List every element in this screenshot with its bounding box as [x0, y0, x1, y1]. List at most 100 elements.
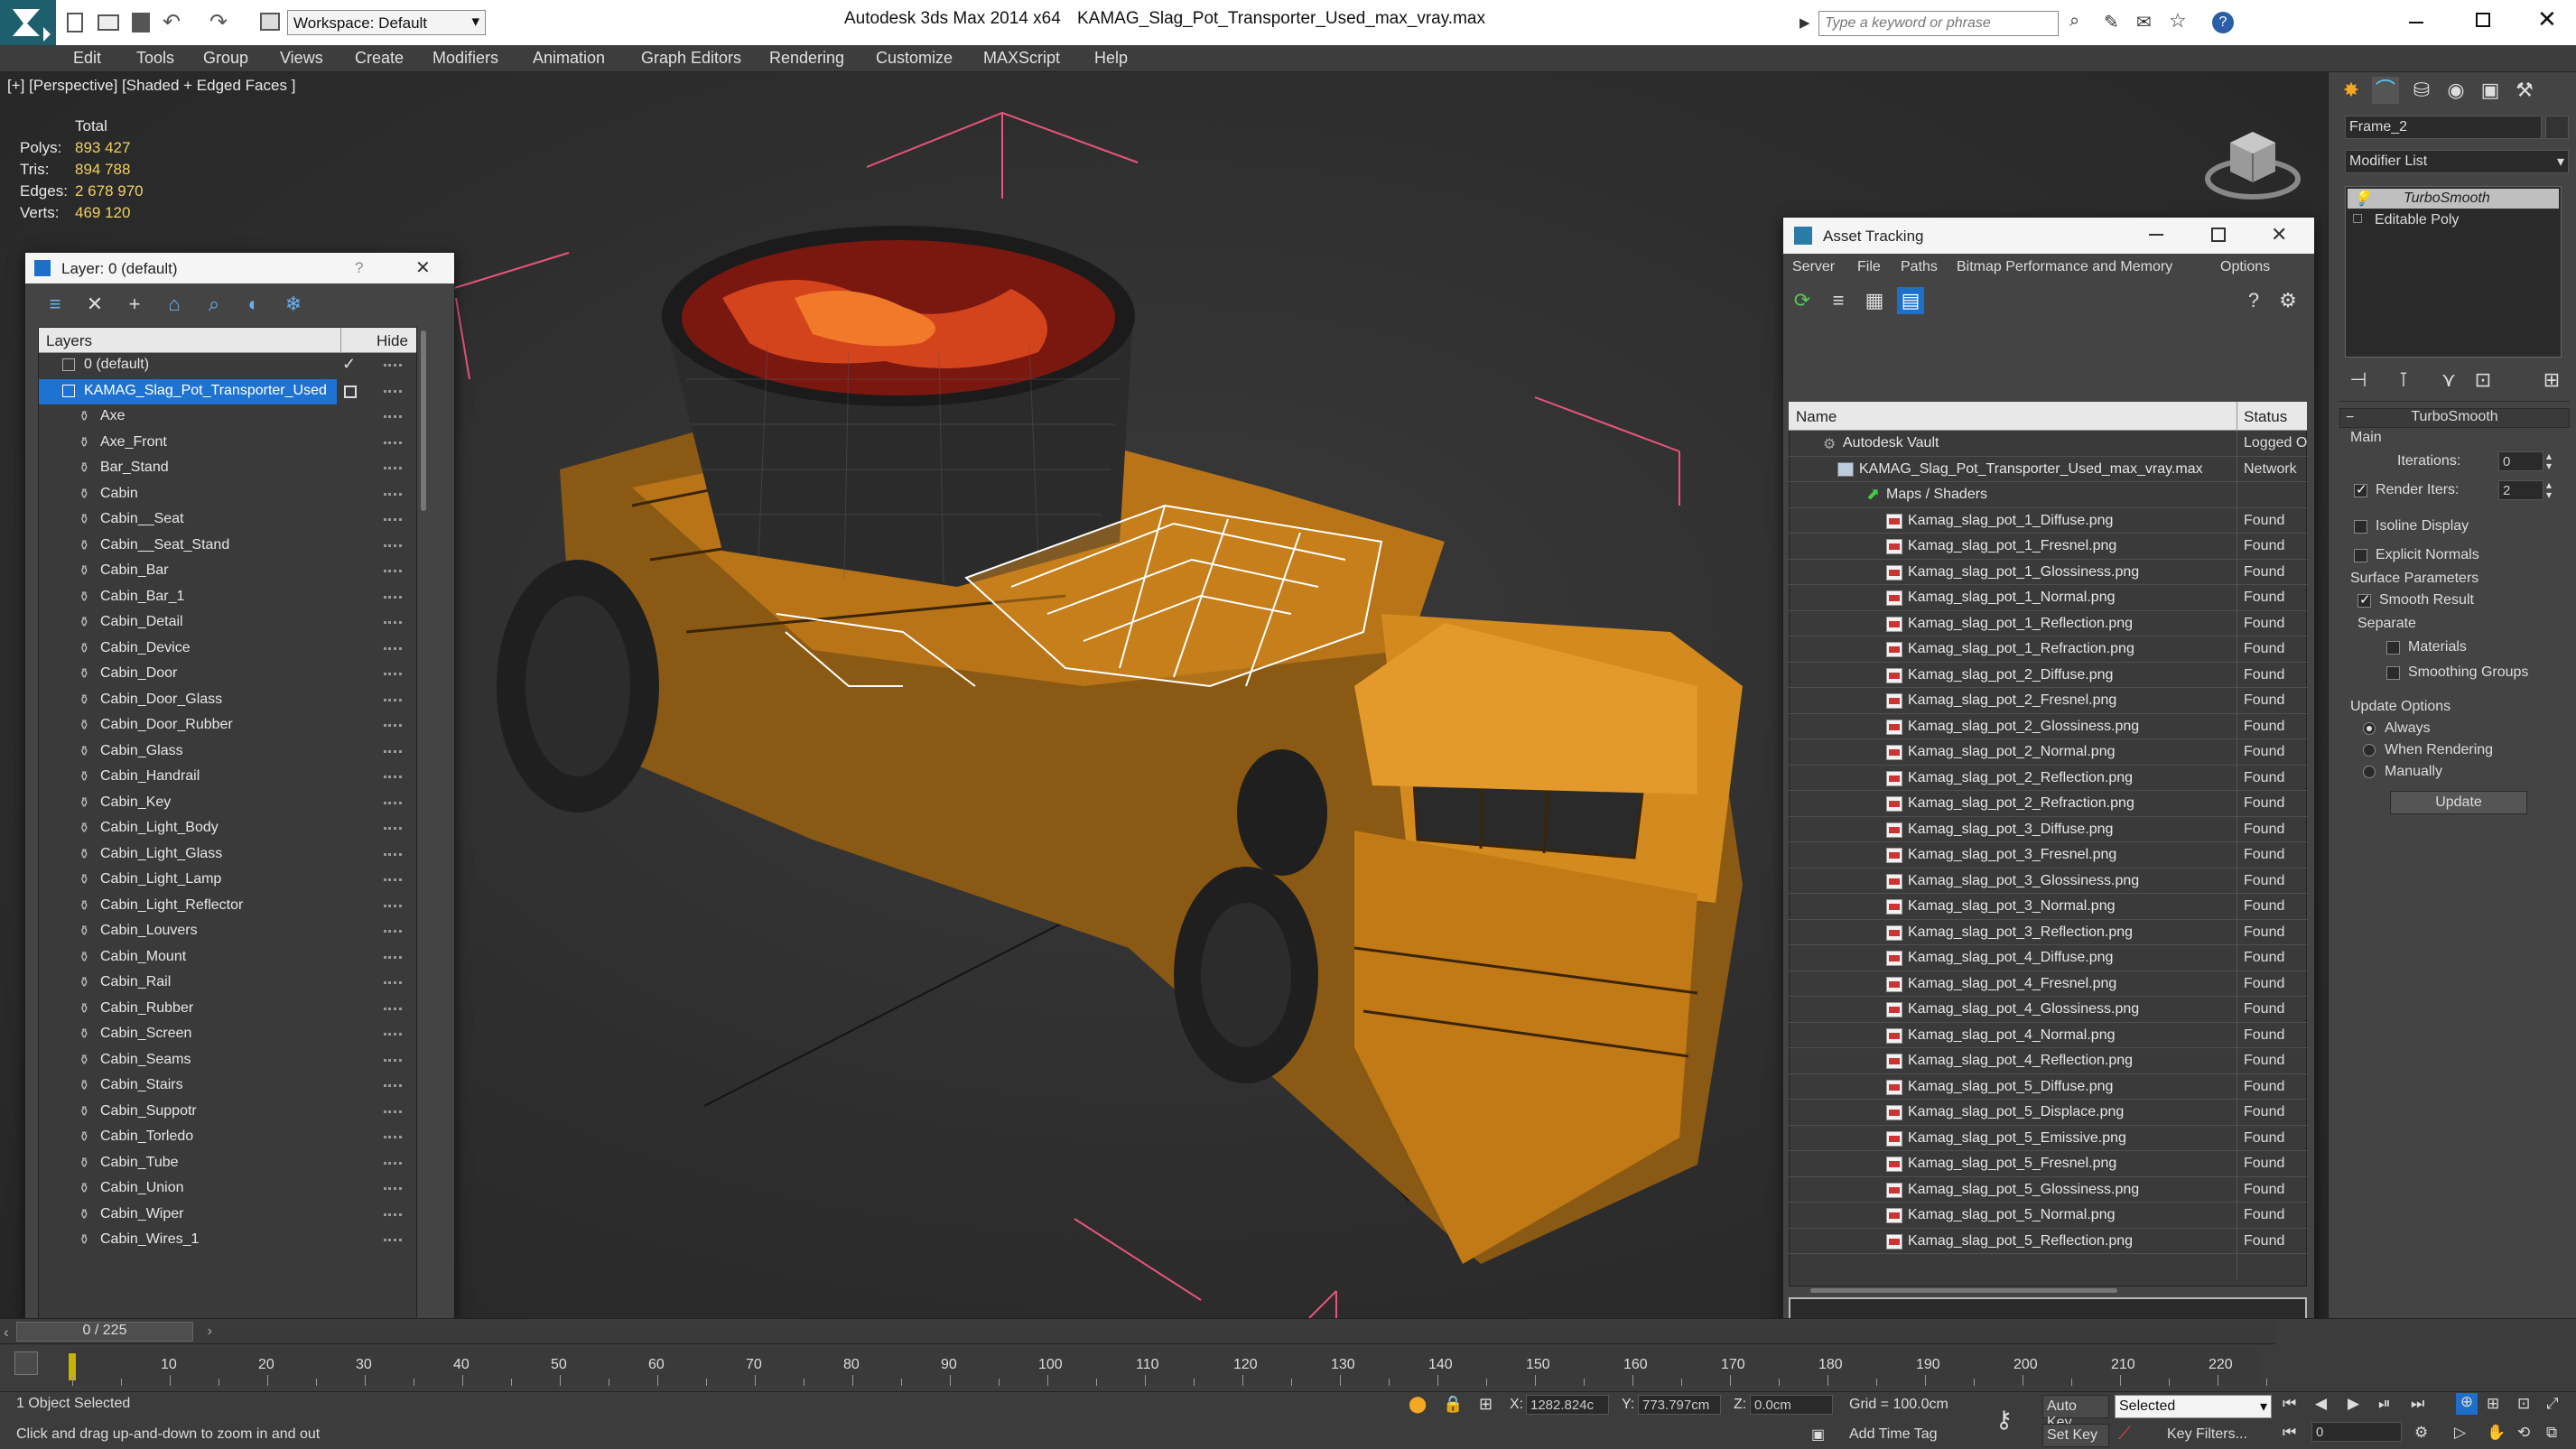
layer-object-row[interactable]: ⚱ Cabin_Detail [39, 610, 416, 636]
add-to-layer-icon[interactable]: + [121, 291, 148, 318]
asset-row-map[interactable]: Kamag_slag_pot_5_Reflection.png Found [1789, 1229, 2307, 1254]
layer-object-row[interactable]: ⚱ Cabin_Bar [39, 559, 416, 585]
menu-modifiers[interactable]: Modifiers [432, 49, 498, 68]
perspective-viewport[interactable]: [+] [Perspective] [Shaded + Edged Faces … [0, 72, 2328, 1318]
asset-path-field[interactable] [1789, 1297, 2307, 1318]
layer-object-row[interactable]: ⚱ Cabin_Stairs [39, 1073, 416, 1100]
asset-help-icon[interactable]: ? [2240, 287, 2267, 314]
layer-object-row[interactable]: ⚱ Cabin__Seat_Stand [39, 534, 416, 560]
select-in-layer-icon[interactable]: ⌂ [161, 291, 188, 318]
layers-column-header[interactable]: Layers [46, 332, 92, 350]
hide-toggle-icon[interactable] [384, 981, 402, 984]
search-expand-icon[interactable]: ▶ [1799, 14, 1810, 31]
help-icon[interactable]: ? [2212, 12, 2234, 33]
menu-tools[interactable]: Tools [136, 49, 174, 68]
asset-row-map[interactable]: Kamag_slag_pot_2_Reflection.png Found [1789, 766, 2307, 791]
hide-toggle-icon[interactable] [384, 621, 402, 624]
asset-menu-bitmap[interactable]: Bitmap Performance and Memory [1957, 259, 2172, 275]
hide-toggle-icon[interactable] [384, 801, 402, 804]
zoom-all-icon[interactable]: ⊞ [2487, 1395, 2499, 1413]
create-tab-icon[interactable]: ✸ [2338, 77, 2365, 104]
highlight-layer-icon[interactable]: ⌕ [200, 291, 228, 318]
layer-object-row[interactable]: ⚱ Cabin_Seams [39, 1048, 416, 1074]
viewcube[interactable] [2203, 116, 2302, 206]
y-coord-field[interactable]: 773.797cm [1638, 1395, 1721, 1415]
field-of-view-icon[interactable]: ▷ [2454, 1424, 2466, 1442]
update-button[interactable]: Update [2390, 791, 2527, 814]
communication-icon[interactable]: ✉ [2136, 11, 2152, 33]
pin-stack-icon[interactable]: ⊣ [2345, 367, 2372, 394]
asset-row-map[interactable]: Kamag_slag_pot_5_Displace.png Found [1789, 1100, 2307, 1126]
hide-toggle-icon[interactable] [384, 570, 402, 572]
asset-row-map[interactable]: Kamag_slag_pot_3_Normal.png Found [1789, 894, 2307, 920]
asset-row-map[interactable]: Kamag_slag_pot_2_Fresnel.png Found [1789, 688, 2307, 714]
freeze-all-layers-icon[interactable]: ❄ [280, 291, 307, 318]
manually-radio[interactable] [2363, 766, 2376, 778]
show-end-result-icon[interactable]: ⊺ [2390, 367, 2417, 394]
asset-row-map[interactable]: Kamag_slag_pot_5_Glossiness.png Found [1789, 1177, 2307, 1203]
smoothing-groups-checkbox[interactable] [2386, 666, 2400, 680]
add-time-tag-icon[interactable]: ▣ [1811, 1426, 1825, 1444]
hide-toggle-icon[interactable] [384, 1033, 402, 1036]
isolate-selection-icon[interactable]: ⬤ [1409, 1395, 1427, 1414]
asset-row-map[interactable]: Kamag_slag_pot_1_Diffuse.png Found [1789, 508, 2307, 534]
asset-row-vault[interactable]: ⚙ Autodesk Vault Logged O [1789, 431, 2307, 457]
smooth-result-checkbox[interactable] [2357, 591, 2371, 608]
layer-object-row[interactable]: ⚱ Cabin_Glass [39, 739, 416, 766]
layer-object-row[interactable]: ⚱ Cabin_Door [39, 662, 416, 688]
asset-row-map[interactable]: Kamag_slag_pot_3_Reflection.png Found [1789, 920, 2307, 945]
goto-start-icon[interactable]: ⏮ [2283, 1395, 2296, 1413]
hide-column-header[interactable]: Hide [377, 332, 408, 350]
hide-toggle-icon[interactable] [384, 415, 402, 418]
asset-row-map[interactable]: Kamag_slag_pot_3_Fresnel.png Found [1789, 842, 2307, 868]
render-iters-spinner[interactable]: 2 [2498, 480, 2543, 500]
hide-toggle-icon[interactable] [384, 1212, 402, 1216]
menu-help[interactable]: Help [1094, 49, 1128, 68]
make-unique-icon[interactable]: ⋎ [2435, 367, 2462, 394]
layer-object-row[interactable]: ⚱ Cabin_Handrail [39, 765, 416, 791]
layer-object-row[interactable]: ⚱ Cabin_Tube [39, 1151, 416, 1177]
zoom-extents-icon[interactable]: ⊡ [2517, 1395, 2530, 1413]
layer-object-row[interactable]: ⚱ Cabin_Suppotr [39, 1100, 416, 1126]
hide-toggle-icon[interactable] [384, 1239, 402, 1241]
status-column-header[interactable]: Status [2244, 408, 2287, 426]
hide-toggle-icon[interactable] [384, 827, 402, 830]
menu-rendering[interactable]: Rendering [769, 49, 844, 68]
hide-toggle-icon[interactable] [384, 1058, 402, 1062]
hide-toggle-icon[interactable] [384, 1110, 402, 1113]
layer-object-row[interactable]: ⚱ Cabin_Union [39, 1176, 416, 1203]
key-mode-dropdown[interactable]: Selected ▾ [2115, 1395, 2272, 1418]
asset-row-map[interactable]: Kamag_slag_pot_2_Glossiness.png Found [1789, 714, 2307, 739]
stack-item-editable-poly[interactable]: Editable Poly [2348, 210, 2559, 230]
hide-toggle-icon[interactable] [384, 518, 402, 521]
hide-toggle-icon[interactable] [384, 441, 402, 444]
asset-maximize-icon[interactable] [2211, 228, 2226, 242]
layer-object-row[interactable]: ⚱ Cabin_Device [39, 636, 416, 663]
maximize-icon[interactable] [2476, 13, 2490, 27]
layer-object-row[interactable]: ⚱ Axe [39, 404, 416, 431]
layer-row-default[interactable]: 0 (default) ✓ [39, 353, 416, 379]
save-file-icon[interactable] [132, 13, 150, 33]
delete-layer-icon[interactable]: ✕ [81, 291, 108, 318]
refresh-icon[interactable]: ⟳ [1789, 287, 1816, 314]
current-layer-check-icon[interactable]: ✓ [342, 355, 356, 374]
asset-row-max-file[interactable]: KAMAG_Slag_Pot_Transporter_Used_max_vray… [1789, 457, 2307, 482]
hide-all-layers-icon[interactable]: ◐ [240, 291, 267, 318]
layer-object-row[interactable]: ⚱ Cabin_Wires_1 [39, 1228, 416, 1254]
menu-create[interactable]: Create [355, 49, 404, 68]
hide-toggle-icon[interactable] [384, 595, 402, 599]
layer-object-row[interactable]: ⚱ Cabin_Louvers [39, 919, 416, 945]
layer-list[interactable]: Layers Hide 0 (default) ✓ KAMAG_Slag_Pot… [38, 327, 417, 1318]
spinner-arrows-icon[interactable]: ▴ ▾ [2546, 479, 2552, 500]
maximize-toggle-icon[interactable]: ⧉ [2546, 1424, 2557, 1442]
redo-icon[interactable]: ↷ [209, 9, 228, 35]
time-config-icon[interactable]: ⚙ [2414, 1424, 2428, 1442]
key-mode-toggle-icon[interactable]: ⏮ [2283, 1424, 2296, 1442]
hide-toggle-icon[interactable] [384, 364, 402, 367]
menu-animation[interactable]: Animation [533, 49, 605, 68]
asset-scrollbar-h[interactable] [1810, 1288, 2117, 1293]
layer-object-row[interactable]: ⚱ Cabin_Light_Reflector [39, 894, 416, 920]
stack-item-turbosmooth[interactable]: 💡 TurboSmooth [2348, 189, 2559, 209]
layer-object-row[interactable]: ⚱ Cabin_Light_Body [39, 816, 416, 842]
goto-end-icon[interactable]: ⏭ [2411, 1395, 2424, 1413]
